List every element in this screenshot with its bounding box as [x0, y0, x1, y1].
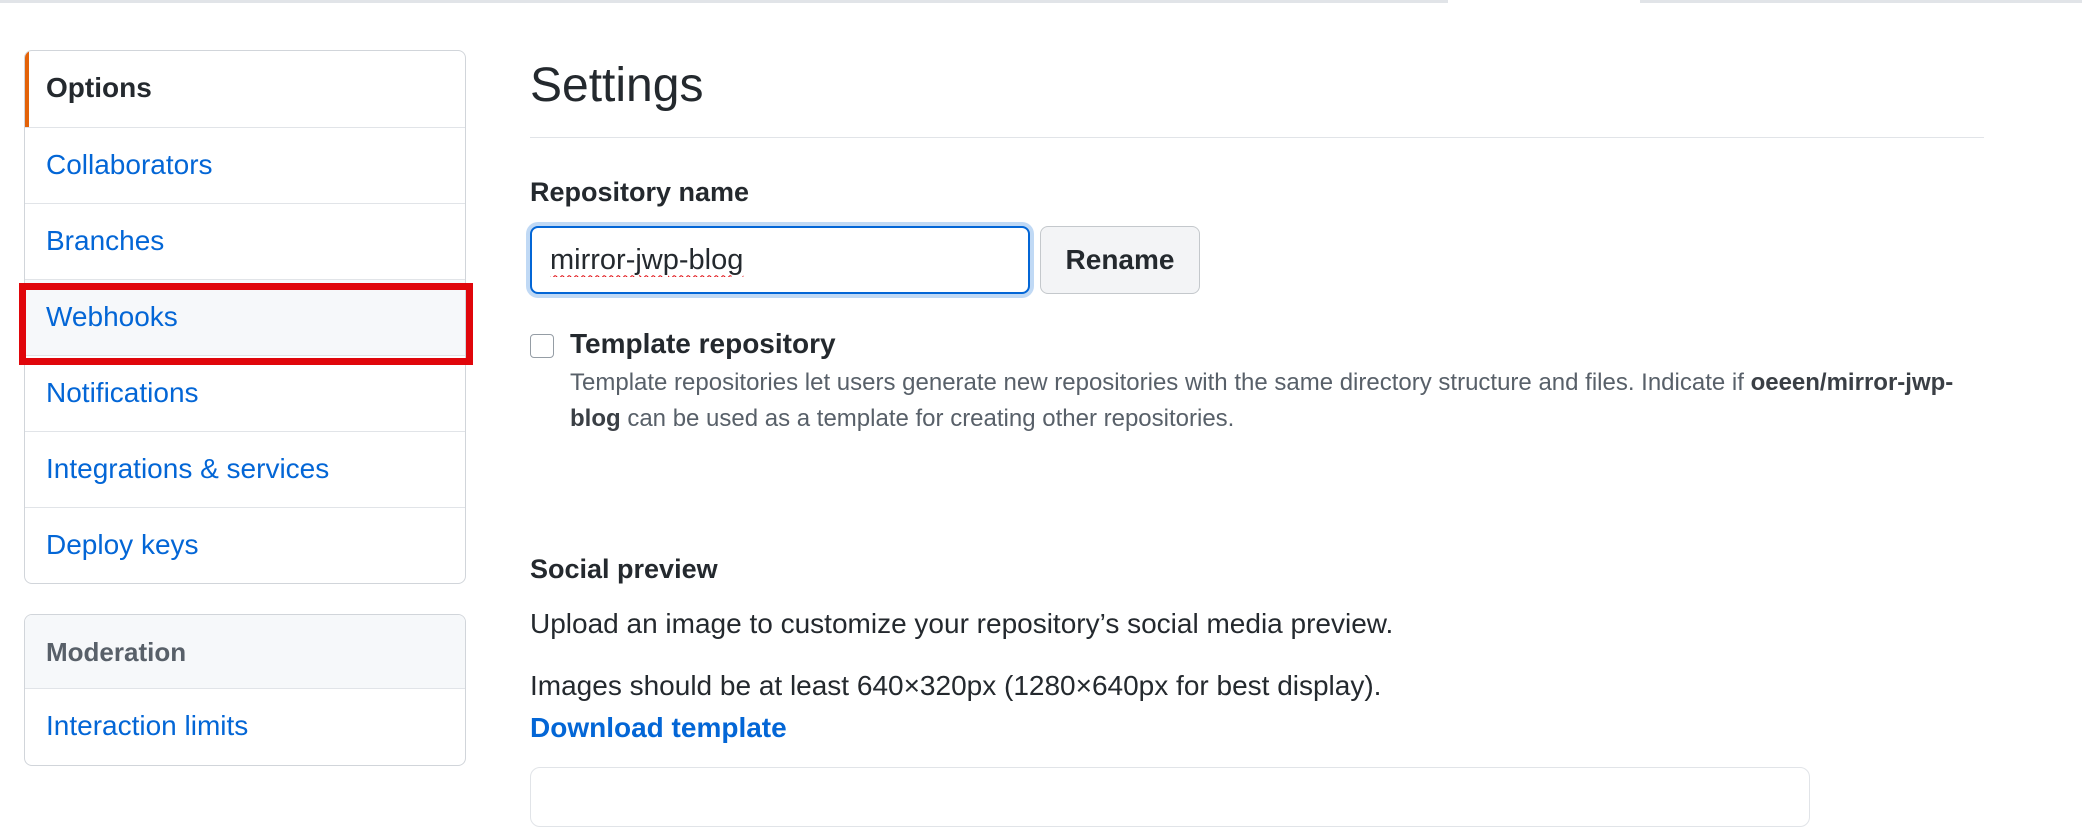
- template-repository-label[interactable]: Template repository: [570, 328, 836, 360]
- sidebar-item-deploy-keys[interactable]: Deploy keys: [25, 507, 465, 583]
- top-divider-gap: [1448, 0, 1640, 3]
- social-preview-dropzone[interactable]: [530, 767, 1810, 827]
- repository-name-input[interactable]: [530, 226, 1030, 294]
- template-repository-checkbox[interactable]: [530, 334, 554, 358]
- moderation-menu: Moderation Interaction limits: [24, 614, 466, 766]
- moderation-heading: Moderation: [25, 615, 465, 689]
- top-divider: [0, 0, 2082, 3]
- rename-button[interactable]: Rename: [1040, 226, 1200, 294]
- template-repository-description: Template repositories let users generate…: [570, 365, 1970, 437]
- sidebar-item-webhooks[interactable]: Webhooks: [25, 279, 465, 355]
- sidebar-item-notifications[interactable]: Notifications: [25, 355, 465, 431]
- repository-name-label: Repository name: [530, 177, 750, 207]
- social-preview-size-note: Images should be at least 640×320px (128…: [530, 670, 1382, 701]
- sidebar-item-integrations[interactable]: Integrations & services: [25, 431, 465, 507]
- sidebar-item-collaborators[interactable]: Collaborators: [25, 127, 465, 203]
- sidebar-item-options[interactable]: Options: [25, 51, 465, 127]
- download-template-link[interactable]: Download template: [530, 712, 787, 744]
- settings-menu: Options Collaborators Branches Webhooks …: [24, 50, 466, 584]
- page-title: Settings: [530, 59, 704, 112]
- title-divider: [530, 137, 1984, 138]
- sidebar-item-interaction-limits[interactable]: Interaction limits: [25, 689, 465, 765]
- sidebar-item-branches[interactable]: Branches: [25, 203, 465, 279]
- social-preview-title: Social preview: [530, 554, 718, 584]
- social-preview-description: Upload an image to customize your reposi…: [530, 608, 1394, 639]
- template-desc-text-1: Template repositories let users generate…: [570, 369, 1751, 396]
- template-desc-text-2: can be used as a template for creating o…: [620, 405, 1235, 432]
